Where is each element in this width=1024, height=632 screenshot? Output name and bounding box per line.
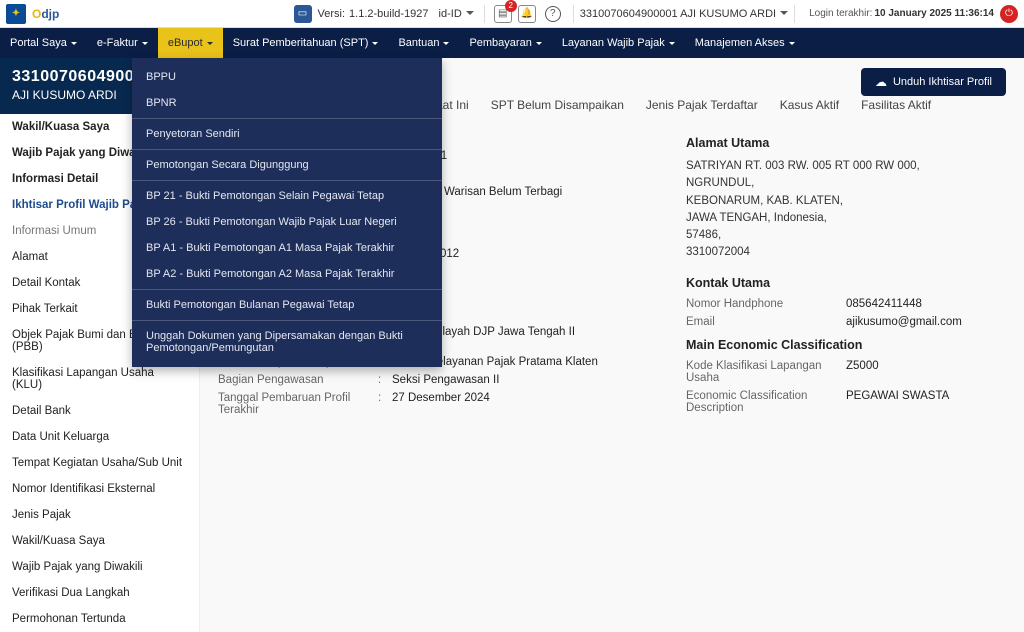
alamat-line: SATRIYAN RT. 003 RW. 005 RT 000 RW 000, [686,158,1006,175]
nav-manajemen-akses[interactable]: Manajemen Akses [685,28,805,58]
body-wrap: 331007060490001 AJI KUSUMO ARDI Wakil/Ku… [0,58,1024,632]
last-login-value: 10 January 2025 11:36:14 [874,8,994,19]
sidebar-item-11[interactable]: Data Unit Keluarga [0,424,199,450]
kontak-value: ajikusumo@gmail.com [846,316,1006,328]
dd-bpa1[interactable]: BP A1 - Bukti Pemotongan A1 Masa Pajak T… [132,235,442,261]
dd-bp26[interactable]: BP 26 - Bukti Pemotongan Wajib Pajak Lua… [132,209,442,235]
right-column: Alamat Utama SATRIYAN RT. 003 RW. 005 RT… [686,132,1006,422]
version-label: Versi: [318,8,346,20]
account-selector[interactable]: 3310070604900001 AJI KUSUMO ARDI [580,8,788,20]
dd-bpnr[interactable]: BPNR [132,90,442,116]
sidebar-item-10[interactable]: Detail Bank [0,398,199,424]
econ-label: Kode Klasifikasi Lapangan Usaha [686,360,846,384]
nav-bantuan[interactable]: Bantuan [388,28,459,58]
info-value: 27 Desember 2024 [392,392,646,416]
kontak-utama-head: Kontak Utama [686,276,1006,290]
dd-bppu[interactable]: BPPU [132,64,442,90]
dd-pemotongan-digunggung[interactable]: Pemotongan Secara Digunggung [132,152,442,178]
notif-badge: 2 [505,0,517,12]
dd-bukti-bulanan[interactable]: Bukti Pemotongan Bulanan Pegawai Tetap [132,292,442,318]
frag-row: DI [428,132,646,144]
kontak-label: Email [686,316,846,328]
nav-efaktur[interactable]: e-Faktur [87,28,158,58]
alamat-utama-head: Alamat Utama [686,136,1006,150]
kontak-value: 085642411448 [846,298,1006,310]
alamat-line: 57486, [686,227,1006,244]
brand-rest: djp [41,7,59,21]
download-profile-label: Unduh Ikhtisar Profil [893,76,992,88]
sidebar-item-13[interactable]: Nomor Identifikasi Eksternal [0,476,199,502]
alamat-line: NGRUNDUL, [686,175,1006,192]
document-icon[interactable]: ▭ [294,5,312,23]
frag-row: au Warisan Belum Terbagi [428,186,646,198]
help-icon[interactable]: ? [545,6,561,22]
info-row: Tanggal Pembaruan Profil Terakhir:27 Des… [218,392,646,416]
brand-text: Odjp [32,7,59,21]
download-profile-button[interactable]: Unduh Ikhtisar Profil [861,68,1006,96]
sidebar-item-18[interactable]: Permohonan Tertunda [0,606,199,632]
econ-row: Kode Klasifikasi Lapangan UsahaZ5000 [686,360,1006,384]
tab-jenis-pajak[interactable]: Jenis Pajak Terdaftar [646,98,758,116]
alamat-line: JAWA TENGAH, Indonesia, [686,210,1006,227]
sidebar-item-12[interactable]: Tempat Kegiatan Usaha/Sub Unit [0,450,199,476]
locale-selector[interactable]: id-ID [439,8,474,20]
sidebar-item-14[interactable]: Jenis Pajak [0,502,199,528]
clipboard-icon[interactable]: ▤2 [494,5,512,23]
frag-row: 001 [428,150,646,162]
sidebar-item-16[interactable]: Wajib Pajak yang Diwakili [0,554,199,580]
version-value: 1.1.2-build-1927 [349,8,429,20]
brand-o: O [32,7,41,21]
econ-row: Economic Classification DescriptionPEGAW… [686,390,1006,414]
econ-value: Z5000 [846,360,1006,384]
dd-bp21[interactable]: BP 21 - Bukti Pemotongan Selain Pegawai … [132,183,442,209]
tab-spt-belum[interactable]: SPT Belum Disampaikan [491,98,624,116]
info-value: Seksi Pengawasan II [392,374,646,386]
info-label: Bagian Pengawasan [218,374,378,386]
dd-unggah-dokumen[interactable]: Unggah Dokumen yang Dipersamakan dengan … [132,323,442,361]
tab-fasilitas-aktif[interactable]: Fasilitas Aktif [861,98,931,116]
ebupot-dropdown: BPPU BPNR Penyetoran Sendiri Pemotongan … [132,58,442,367]
last-login-label: Login terakhir: [809,8,872,19]
info-row: Bagian Pengawasan:Seksi Pengawasan II [218,374,646,386]
sidebar-item-15[interactable]: Wakil/Kuasa Saya [0,528,199,554]
logout-icon[interactable]: ⏻ [1000,5,1018,23]
alamat-line: KEBONARUM, KAB. KLATEN, [686,193,1006,210]
frag-row: A [428,168,646,180]
econ-label: Economic Classification Description [686,390,846,414]
kontak-row: Emailajikusumo@gmail.com [686,316,1006,328]
dd-bpa2[interactable]: BP A2 - Bukti Pemotongan A2 Masa Pajak T… [132,261,442,287]
nav-pembayaran[interactable]: Pembayaran [459,28,551,58]
econ-value: PEGAWAI SWASTA [846,390,1006,414]
main-navbar: Portal Saya e-Faktur eBupot Surat Pember… [0,28,1024,58]
nav-spt[interactable]: Surat Pemberitahuan (SPT) [223,28,389,58]
bell-icon[interactable]: 🔔 [518,5,536,23]
nav-portal-saya[interactable]: Portal Saya [0,28,87,58]
main-econ-head: Main Economic Classification [686,338,1006,352]
tab-kasus-aktif[interactable]: Kasus Aktif [780,98,839,116]
kontak-row: Nomor Handphone085642411448 [686,298,1006,310]
nav-layanan-wp[interactable]: Layanan Wajib Pajak [552,28,685,58]
info-label: Tanggal Pembaruan Profil Terakhir [218,392,378,416]
cloud-download-icon [875,75,887,89]
dd-penyetoran-sendiri[interactable]: Penyetoran Sendiri [132,121,442,147]
app-logo-icon: ✦ [6,4,26,24]
nav-ebupot[interactable]: eBupot [158,28,223,58]
kontak-label: Nomor Handphone [686,298,846,310]
sidebar-item-17[interactable]: Verifikasi Dua Langkah [0,580,199,606]
topbar: ✦ Odjp ▭ Versi: 1.1.2-build-1927 id-ID ▤… [0,0,1024,28]
alamat-line: 3310072004 [686,244,1006,261]
